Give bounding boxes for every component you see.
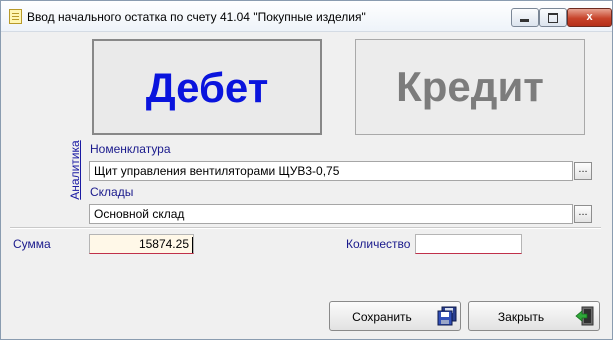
credit-toggle-button[interactable]: Кредит (355, 39, 585, 135)
amount-label: Сумма (13, 237, 51, 251)
amount-input[interactable]: 15874.25 (89, 234, 194, 254)
exit-door-icon (575, 306, 594, 326)
warehouse-field[interactable]: Основной склад (89, 204, 573, 224)
close-icon: x (586, 11, 593, 23)
nomenclature-select-button[interactable]: ... (574, 162, 592, 180)
close-window-button[interactable]: x (567, 8, 612, 27)
save-button[interactable]: Сохранить (329, 301, 461, 331)
save-button-label: Сохранить (352, 310, 412, 324)
maximize-button[interactable] (539, 8, 567, 27)
warehouse-select-button[interactable]: ... (574, 205, 592, 223)
minimize-button[interactable] (511, 8, 539, 27)
maximize-icon (548, 13, 558, 23)
nomenclature-label: Номенклатура (90, 142, 171, 156)
text-cursor (192, 237, 193, 253)
analytics-section-label[interactable]: Аналитика (68, 128, 84, 212)
warehouses-label: Склады (90, 185, 134, 199)
debit-toggle-button[interactable]: Дебет (92, 39, 322, 135)
close-button-label: Закрыть (497, 310, 545, 324)
window-title: Ввод начального остатка по счету 41.04 "… (27, 10, 366, 24)
nomenclature-field[interactable]: Щит управления вентиляторами ЩУВ3-0,75 (89, 161, 573, 181)
floppy-disk-icon (437, 306, 457, 326)
quantity-label: Количество (346, 237, 411, 251)
divider (10, 227, 601, 229)
document-icon (9, 9, 22, 24)
quantity-input[interactable] (415, 234, 522, 254)
dialog-window: Ввод начального остатка по счету 41.04 "… (0, 0, 613, 340)
minimize-icon (520, 19, 529, 22)
title-bar[interactable]: Ввод начального остатка по счету 41.04 "… (1, 1, 612, 32)
close-button[interactable]: Закрыть (468, 301, 600, 331)
